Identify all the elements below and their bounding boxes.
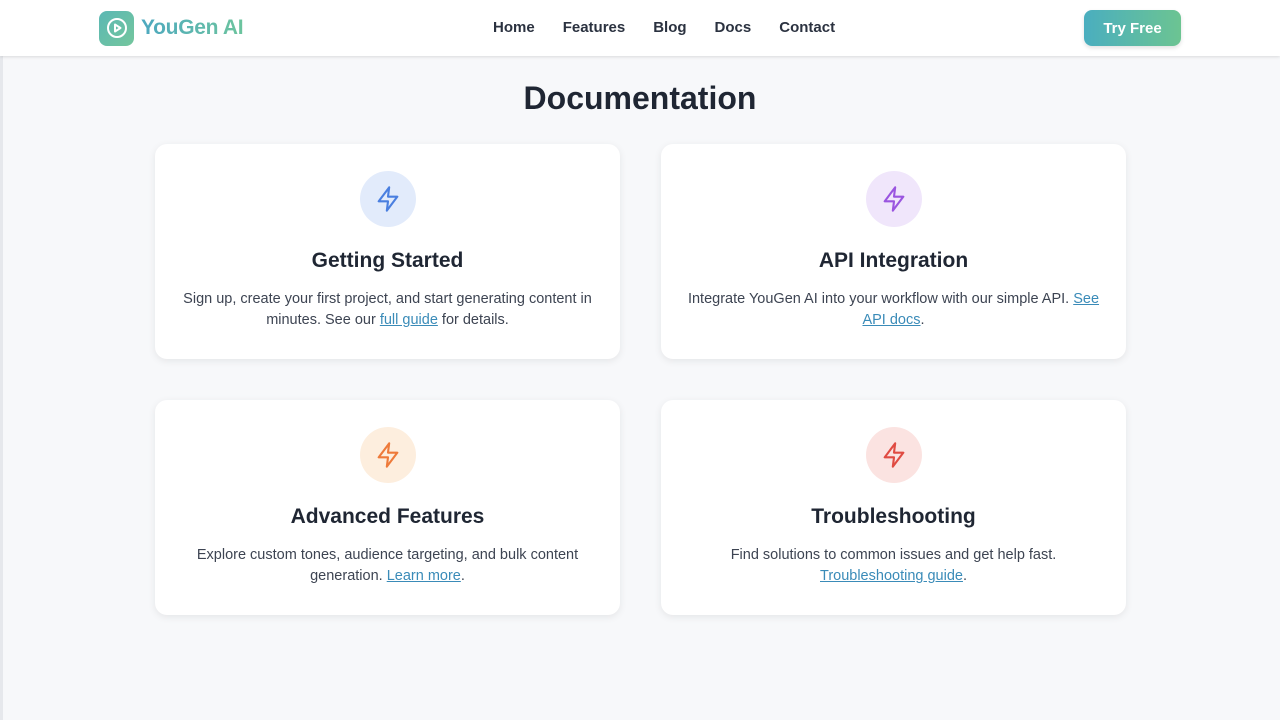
brand-logo[interactable]: YouGen AI xyxy=(99,10,244,46)
nav-blog[interactable]: Blog xyxy=(653,18,686,38)
card-description: Sign up, create your first project, and … xyxy=(180,289,595,331)
card-title: Getting Started xyxy=(311,249,464,272)
troubleshooting-guide-link[interactable]: Troubleshooting guide xyxy=(820,568,963,584)
doc-card-troubleshooting: Troubleshooting Find solutions to common… xyxy=(661,400,1126,615)
card-title: API Integration xyxy=(818,249,969,272)
card-text: Find solutions to common issues and get … xyxy=(730,547,1057,563)
doc-card-api-integration: API Integration Integrate YouGen AI into… xyxy=(661,144,1126,359)
doc-card-advanced-features: Advanced Features Explore custom tones, … xyxy=(155,400,620,615)
card-description: Explore custom tones, audience targeting… xyxy=(180,545,595,587)
nav-contact[interactable]: Contact xyxy=(779,18,835,38)
lightning-icon xyxy=(866,427,922,483)
lightning-icon xyxy=(360,171,416,227)
card-text-end: for details. xyxy=(437,312,509,328)
card-description: Integrate YouGen AI into your workflow w… xyxy=(686,289,1101,331)
page-title: Documentation xyxy=(523,80,757,116)
card-description: Find solutions to common issues and get … xyxy=(686,545,1101,587)
doc-card-getting-started: Getting Started Sign up, create your fir… xyxy=(155,144,620,359)
card-title: Advanced Features xyxy=(290,505,485,528)
nav-home[interactable]: Home xyxy=(493,18,535,38)
try-free-button[interactable]: Try Free xyxy=(1084,10,1181,46)
card-text-end: . xyxy=(460,568,465,584)
nav-docs[interactable]: Docs xyxy=(715,18,752,38)
brand-name: YouGen AI xyxy=(141,16,244,39)
main-nav: Home Features Blog Docs Contact xyxy=(493,18,835,38)
full-guide-link[interactable]: full guide xyxy=(380,312,438,328)
card-title: Troubleshooting xyxy=(811,505,976,528)
learn-more-link[interactable]: Learn more xyxy=(387,568,461,584)
card-text-end: . xyxy=(920,312,925,328)
lightning-icon xyxy=(360,427,416,483)
card-text-end: . xyxy=(962,568,967,584)
site-header: YouGen AI Home Features Blog Docs Contac… xyxy=(0,0,1280,56)
card-text: Integrate YouGen AI into your workflow w… xyxy=(687,291,1074,307)
lightning-icon xyxy=(866,171,922,227)
play-circle-icon xyxy=(99,10,134,46)
nav-features[interactable]: Features xyxy=(563,18,626,38)
